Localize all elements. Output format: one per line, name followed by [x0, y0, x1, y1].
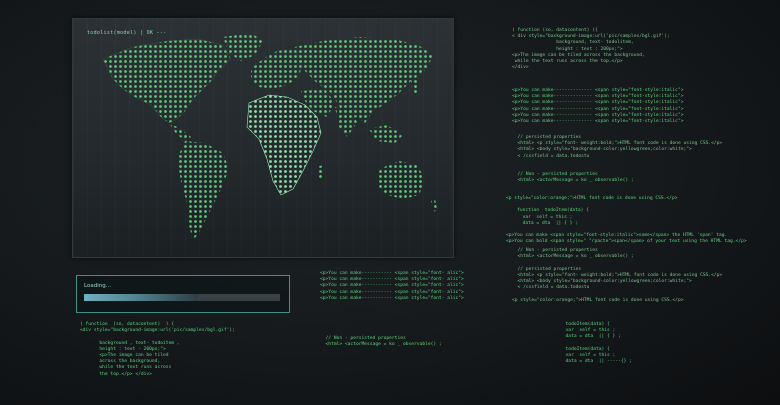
code-line: <p>You can make----------- <span style="…	[320, 283, 464, 289]
code-line: <p>You can make-------------- <span styl…	[512, 100, 684, 106]
loading-panel: Loading...	[76, 275, 290, 313]
progress-bar-fill	[84, 294, 198, 301]
continent-madagascar	[317, 165, 323, 181]
code-line: <p>You can bold <span style=" "rpacte">s…	[506, 239, 747, 245]
world-map	[102, 33, 437, 241]
progress-bar	[84, 294, 280, 301]
continent-africa	[246, 94, 322, 196]
map-title: todolist(model) | OK ---	[87, 30, 167, 36]
code-line: </div>	[512, 65, 529, 71]
continent-south-america	[177, 141, 229, 241]
code-block-center-bottom: // Non - persisted properties <html> <ac…	[320, 336, 442, 348]
code-block-right-persisted: // persisted properties <html> <p style=…	[512, 135, 723, 160]
code-line: <p>You can make-------------- <span styl…	[512, 106, 684, 112]
region-southeast-asia	[369, 125, 403, 143]
code-line: data = dta || -----{} ;	[560, 359, 632, 365]
code-line: <div style="background-image:url('pic/sa…	[80, 328, 235, 334]
region-india	[335, 107, 357, 137]
code-line: <html> <actorMessage = ko _ observable()…	[512, 178, 634, 184]
code-line: <html> <actorMessage = ko _ observable()…	[320, 342, 442, 348]
continent-north-america	[102, 38, 232, 124]
code-line: <p style="color:orange;">HTML font code …	[512, 297, 684, 303]
code-block-right-nonpersist: // Non - persisted properties <html> <ac…	[512, 172, 634, 184]
continent-australia	[377, 161, 425, 199]
code-block-right-lower: // Non - persisted properties <html> <ac…	[512, 248, 722, 304]
code-line: <p>You can make----------- <span style="…	[320, 295, 464, 301]
continent-central-america	[169, 123, 191, 141]
code-block-right-css: <p style="color:orange;">HTML font code …	[506, 196, 747, 246]
world-map-panel: todolist(model) | OK ---	[72, 18, 454, 258]
continent-europe	[251, 49, 303, 89]
code-line: the top.</p> </div>	[80, 371, 152, 377]
code-block-left-bottom: ( function (so, datacontent) ) {<div sty…	[80, 322, 235, 378]
code-line: <html> <body style="background-color:yel…	[512, 147, 692, 153]
region-new-zealand	[431, 199, 437, 213]
code-block-right-mid: <p>You can make-------------- <span styl…	[512, 88, 683, 125]
code-block-right-bottom: todoItem(data) { var self = this ; data …	[560, 322, 632, 365]
code-block-right-top: ( function (so, datacontent) ){< div sty…	[512, 28, 670, 71]
code-block-center: <p>You can make----------- <span style="…	[320, 271, 464, 302]
code-line: <p>You can make----------- <span style="…	[320, 289, 464, 295]
code-line: < /cssfield = data.todostu	[512, 153, 590, 159]
code-line: <p>You can make-------------- <span styl…	[512, 118, 684, 124]
loading-label: Loading...	[84, 283, 111, 289]
